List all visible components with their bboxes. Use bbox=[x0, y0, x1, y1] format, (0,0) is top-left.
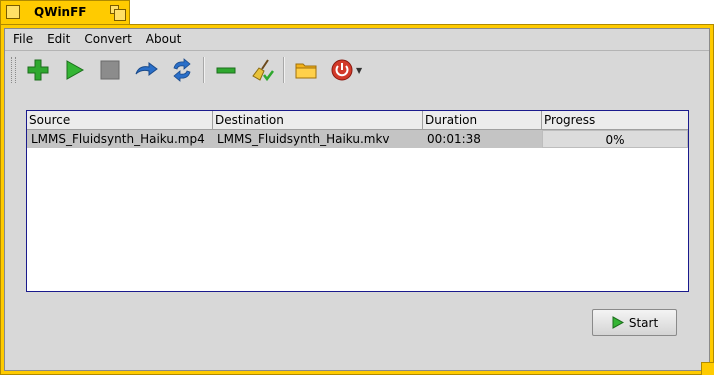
menu-about[interactable]: About bbox=[140, 29, 187, 50]
stop-icon bbox=[100, 60, 120, 80]
toolbar-separator bbox=[283, 57, 285, 83]
menu-bar: File Edit Convert About bbox=[5, 29, 709, 51]
toolbar-grip[interactable] bbox=[11, 57, 16, 83]
column-duration[interactable]: Duration bbox=[423, 111, 542, 129]
resize-handle[interactable] bbox=[701, 362, 714, 375]
open-output-folder-button[interactable] bbox=[293, 57, 319, 83]
close-icon[interactable] bbox=[6, 5, 20, 19]
toolbar-separator bbox=[203, 57, 205, 83]
zoom-icon[interactable] bbox=[110, 5, 126, 21]
main-window: File Edit Convert About ▼ Source Destina… bbox=[4, 28, 710, 371]
refresh-icon bbox=[173, 58, 191, 82]
start-conversion-button[interactable]: Start bbox=[592, 309, 677, 336]
table-header: Source Destination Duration Progress bbox=[27, 111, 688, 130]
start-button[interactable] bbox=[61, 57, 87, 83]
toolbar: ▼ bbox=[5, 51, 709, 89]
menu-file[interactable]: File bbox=[7, 29, 39, 50]
menu-convert[interactable]: Convert bbox=[78, 29, 137, 50]
remove-button[interactable] bbox=[213, 57, 239, 83]
folder-icon bbox=[295, 63, 317, 79]
table-row[interactable]: LMMS_Fluidsynth_Haiku.mp4 LMMS_Fluidsynt… bbox=[27, 130, 688, 148]
add-button[interactable] bbox=[25, 57, 51, 83]
column-destination[interactable]: Destination bbox=[213, 111, 423, 129]
retry-button[interactable] bbox=[133, 57, 159, 83]
source-cell: LMMS_Fluidsynth_Haiku.mp4 bbox=[31, 132, 205, 146]
window-title: QWinFF bbox=[34, 5, 87, 19]
poweroff-button[interactable] bbox=[329, 57, 355, 83]
minus-icon bbox=[216, 67, 236, 74]
menu-edit[interactable]: Edit bbox=[41, 29, 76, 50]
destination-cell: LMMS_Fluidsynth_Haiku.mkv bbox=[217, 132, 390, 146]
power-icon bbox=[331, 59, 353, 81]
chevron-down-icon[interactable]: ▼ bbox=[356, 66, 362, 75]
play-icon bbox=[611, 316, 624, 329]
plus-icon bbox=[27, 59, 49, 81]
stop-button[interactable] bbox=[97, 57, 123, 83]
redo-icon bbox=[135, 62, 158, 76]
start-button-label: Start bbox=[628, 315, 659, 330]
duration-cell: 00:01:38 bbox=[427, 132, 481, 146]
clear-list-button[interactable] bbox=[249, 57, 275, 83]
conversion-list[interactable]: Source Destination Duration Progress LMM… bbox=[26, 110, 689, 292]
window-title-tab[interactable]: QWinFF bbox=[0, 0, 130, 24]
retry-all-button[interactable] bbox=[169, 57, 195, 83]
column-source[interactable]: Source bbox=[27, 111, 213, 129]
progress-text: 0% bbox=[605, 133, 625, 147]
broom-icon bbox=[252, 59, 274, 82]
progress-bar: 0% bbox=[542, 130, 688, 148]
play-icon bbox=[66, 60, 85, 80]
column-progress[interactable]: Progress bbox=[542, 111, 688, 129]
